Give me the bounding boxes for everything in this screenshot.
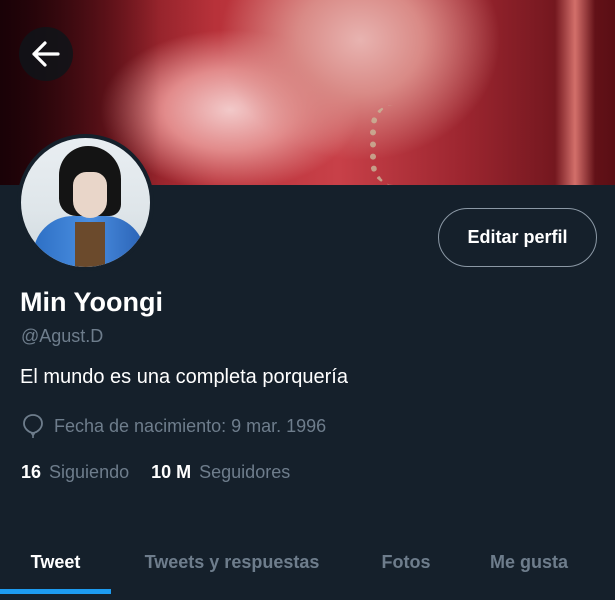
following-count: 16 bbox=[21, 462, 42, 482]
edit-profile-button[interactable]: Editar perfil bbox=[438, 208, 597, 267]
followers-link[interactable]: 10 M Seguidores bbox=[151, 462, 290, 483]
avatar-shirt bbox=[75, 222, 105, 267]
back-button[interactable] bbox=[19, 27, 73, 81]
avatar[interactable] bbox=[17, 134, 154, 271]
banner-necklace bbox=[370, 105, 416, 185]
followers-label: Seguidores bbox=[199, 462, 291, 482]
tab-tweets-replies[interactable]: Tweets y respuestas bbox=[124, 525, 340, 600]
followers-count: 10 M bbox=[151, 462, 192, 482]
profile-name: Min Yoongi bbox=[20, 287, 163, 317]
following-label: Siguiendo bbox=[49, 462, 130, 482]
avatar-face bbox=[73, 172, 107, 218]
arrow-left-icon bbox=[32, 41, 60, 67]
profile-handle: @Agust.D bbox=[21, 326, 104, 346]
balloon-icon bbox=[23, 414, 43, 438]
following-link[interactable]: 16 Siguiendo bbox=[21, 462, 129, 483]
birth-date-row: Fecha de nacimiento: 9 mar. 1996 bbox=[21, 413, 326, 439]
birth-date-text: Fecha de nacimiento: 9 mar. 1996 bbox=[54, 415, 327, 436]
tab-photos[interactable]: Fotos bbox=[362, 525, 450, 600]
follow-stats: 16 Siguiendo 10 M Seguidores bbox=[21, 462, 290, 483]
profile-bio: El mundo es una completa porquería bbox=[20, 366, 348, 388]
banner-light bbox=[555, 0, 595, 185]
active-tab-indicator bbox=[0, 589, 111, 594]
tab-likes[interactable]: Me gusta bbox=[472, 525, 586, 600]
